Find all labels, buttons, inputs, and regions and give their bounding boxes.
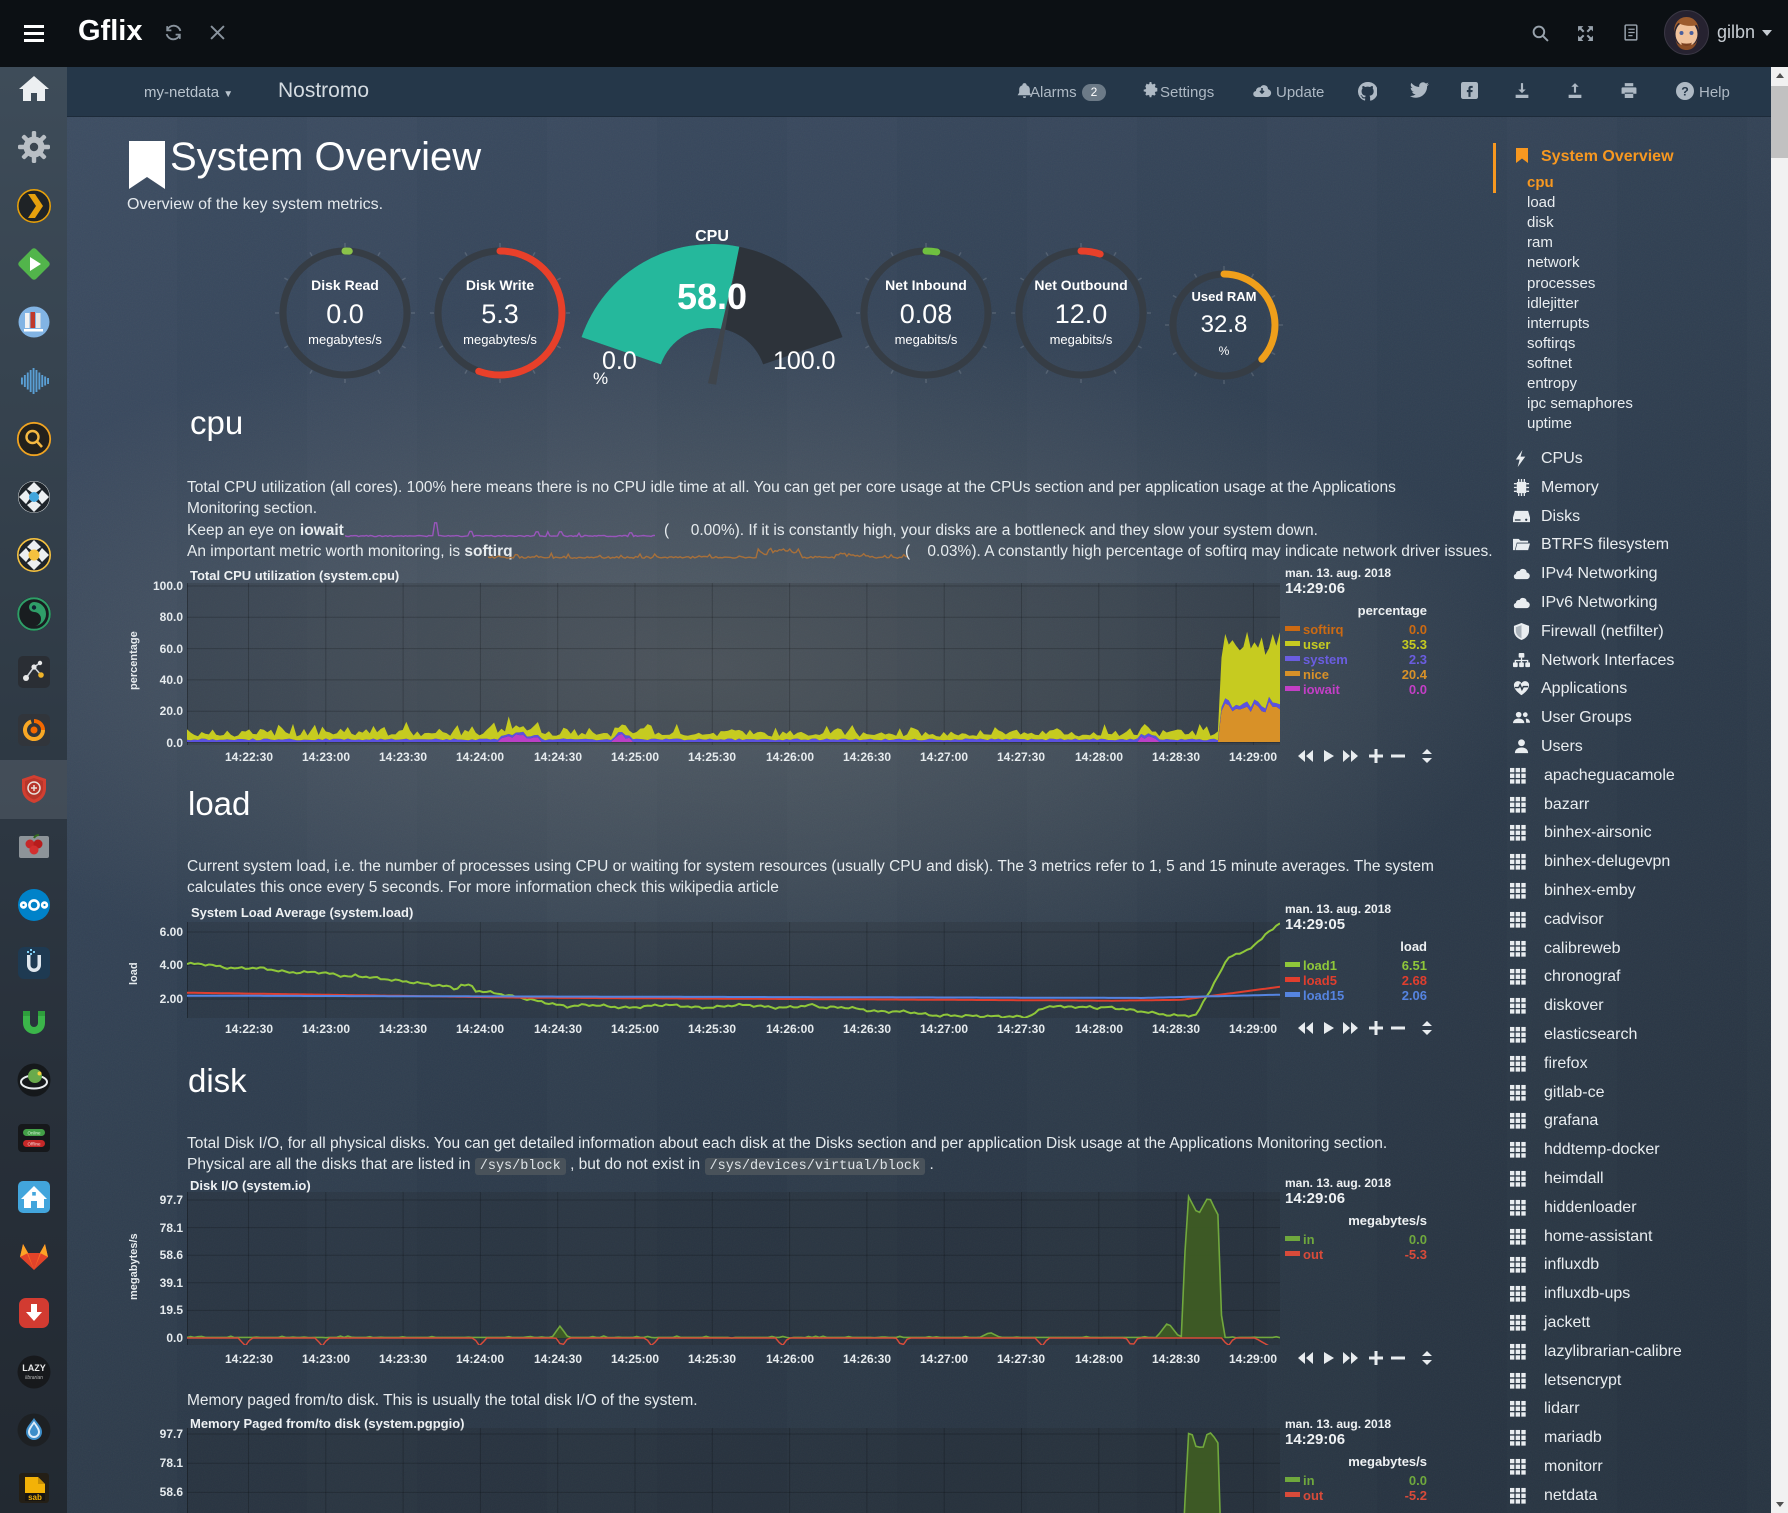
svg-text:LAZY: LAZY: [22, 1363, 46, 1373]
svg-text:?: ?: [1681, 85, 1689, 99]
svg-text:Online: Online: [27, 1130, 41, 1135]
svg-text:sab: sab: [28, 1493, 42, 1502]
svg-text:librarian: librarian: [25, 1375, 43, 1381]
svg-text:Offline: Offline: [28, 1141, 41, 1146]
